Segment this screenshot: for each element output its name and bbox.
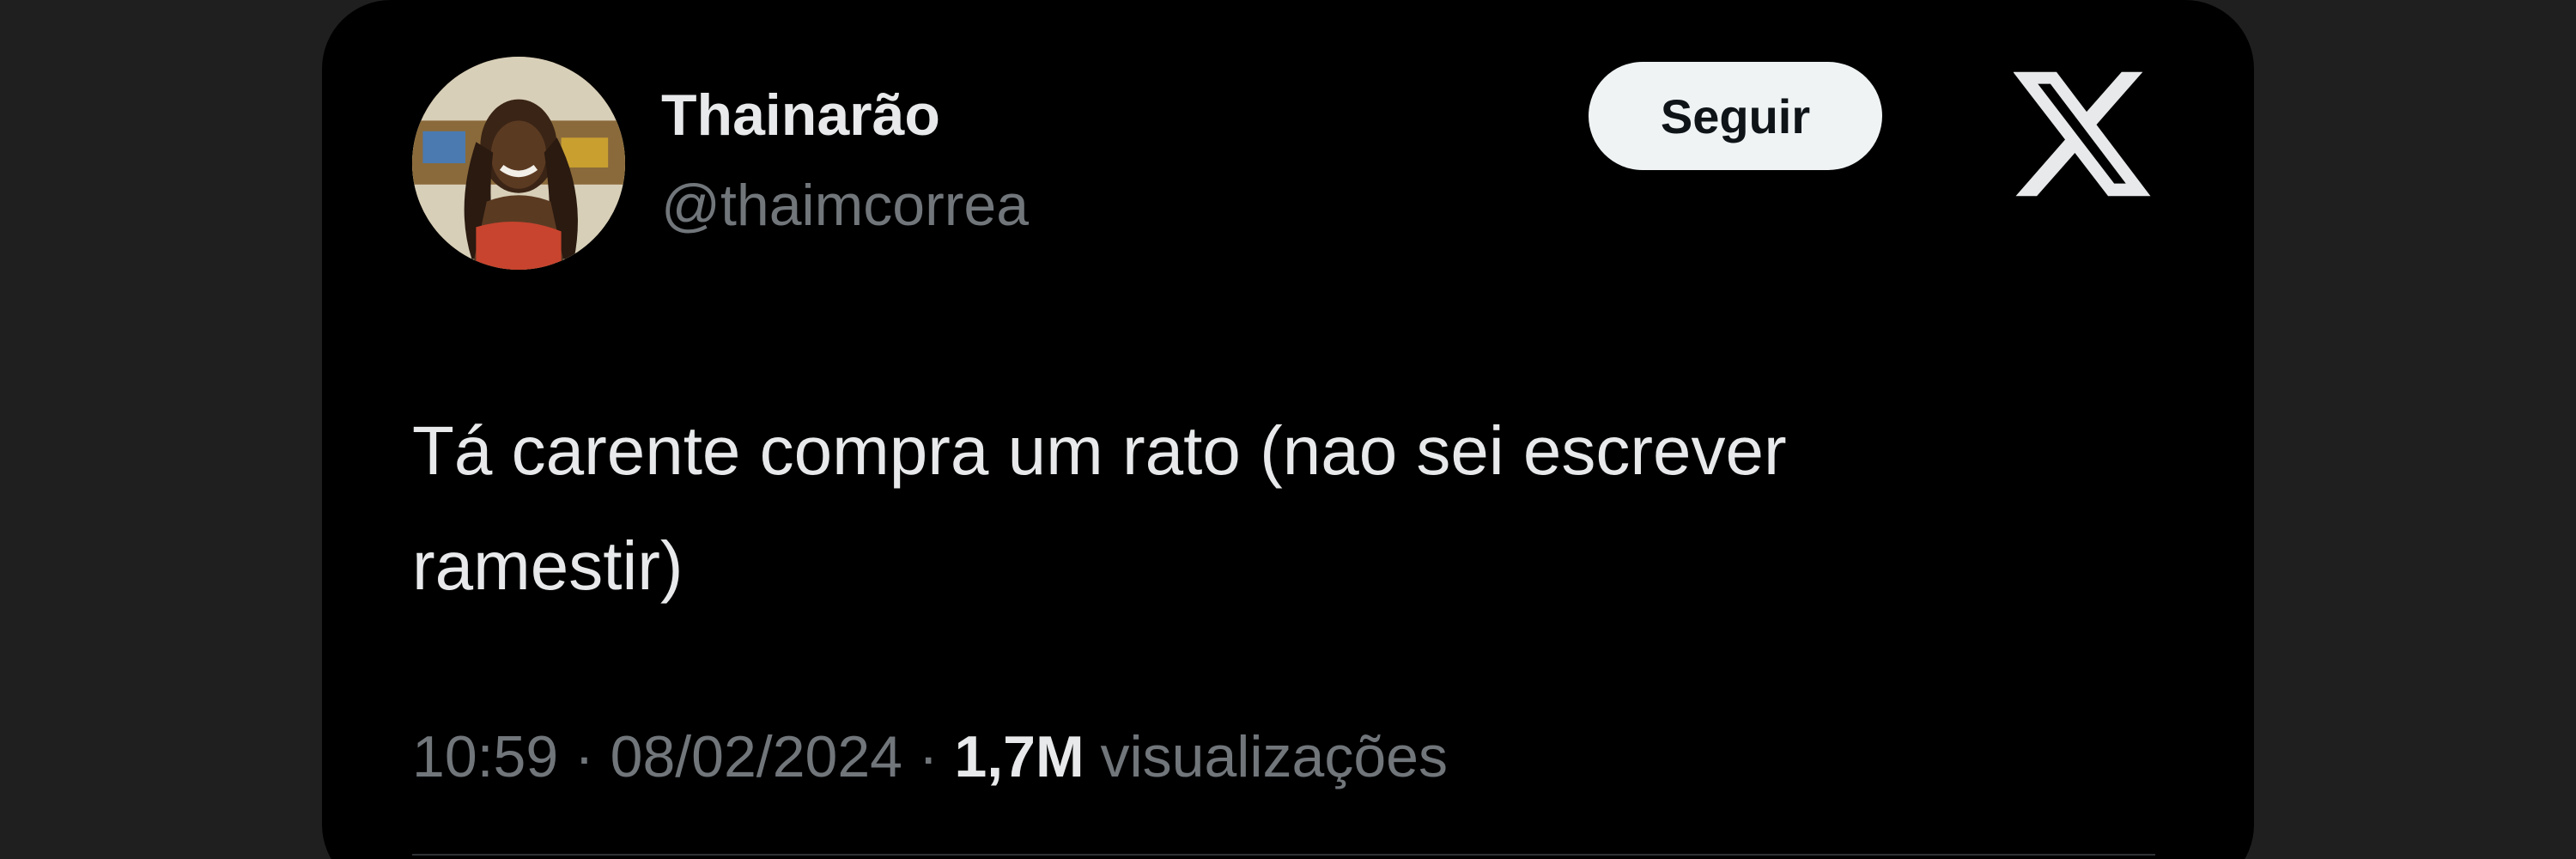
tweet-text: Tá carente compra um rato (nao sei escre…: [412, 412, 1787, 604]
views-count[interactable]: 1,7M: [954, 724, 1084, 789]
follow-button[interactable]: Seguir: [1589, 62, 1882, 170]
meta-separator: ·: [574, 724, 594, 789]
divider: [412, 854, 2155, 856]
avatar-image: [412, 57, 625, 270]
tweet-date[interactable]: 08/02/2024: [611, 724, 902, 789]
avatar[interactable]: [412, 57, 625, 270]
meta-separator: ·: [918, 724, 939, 789]
tweet-meta: 10:59 · 08/02/2024 · 1,7M visualizações: [412, 723, 1448, 790]
x-logo-icon[interactable]: [2014, 67, 2151, 201]
author-handle[interactable]: @thaimcorrea: [661, 172, 1029, 239]
tweet-time[interactable]: 10:59: [412, 724, 558, 789]
author-display-name[interactable]: Thainarão: [661, 82, 940, 149]
screen: Thainarão @thaimcorrea Seguir Tá carente…: [0, 0, 2576, 859]
views-label: visualizações: [1100, 724, 1448, 789]
